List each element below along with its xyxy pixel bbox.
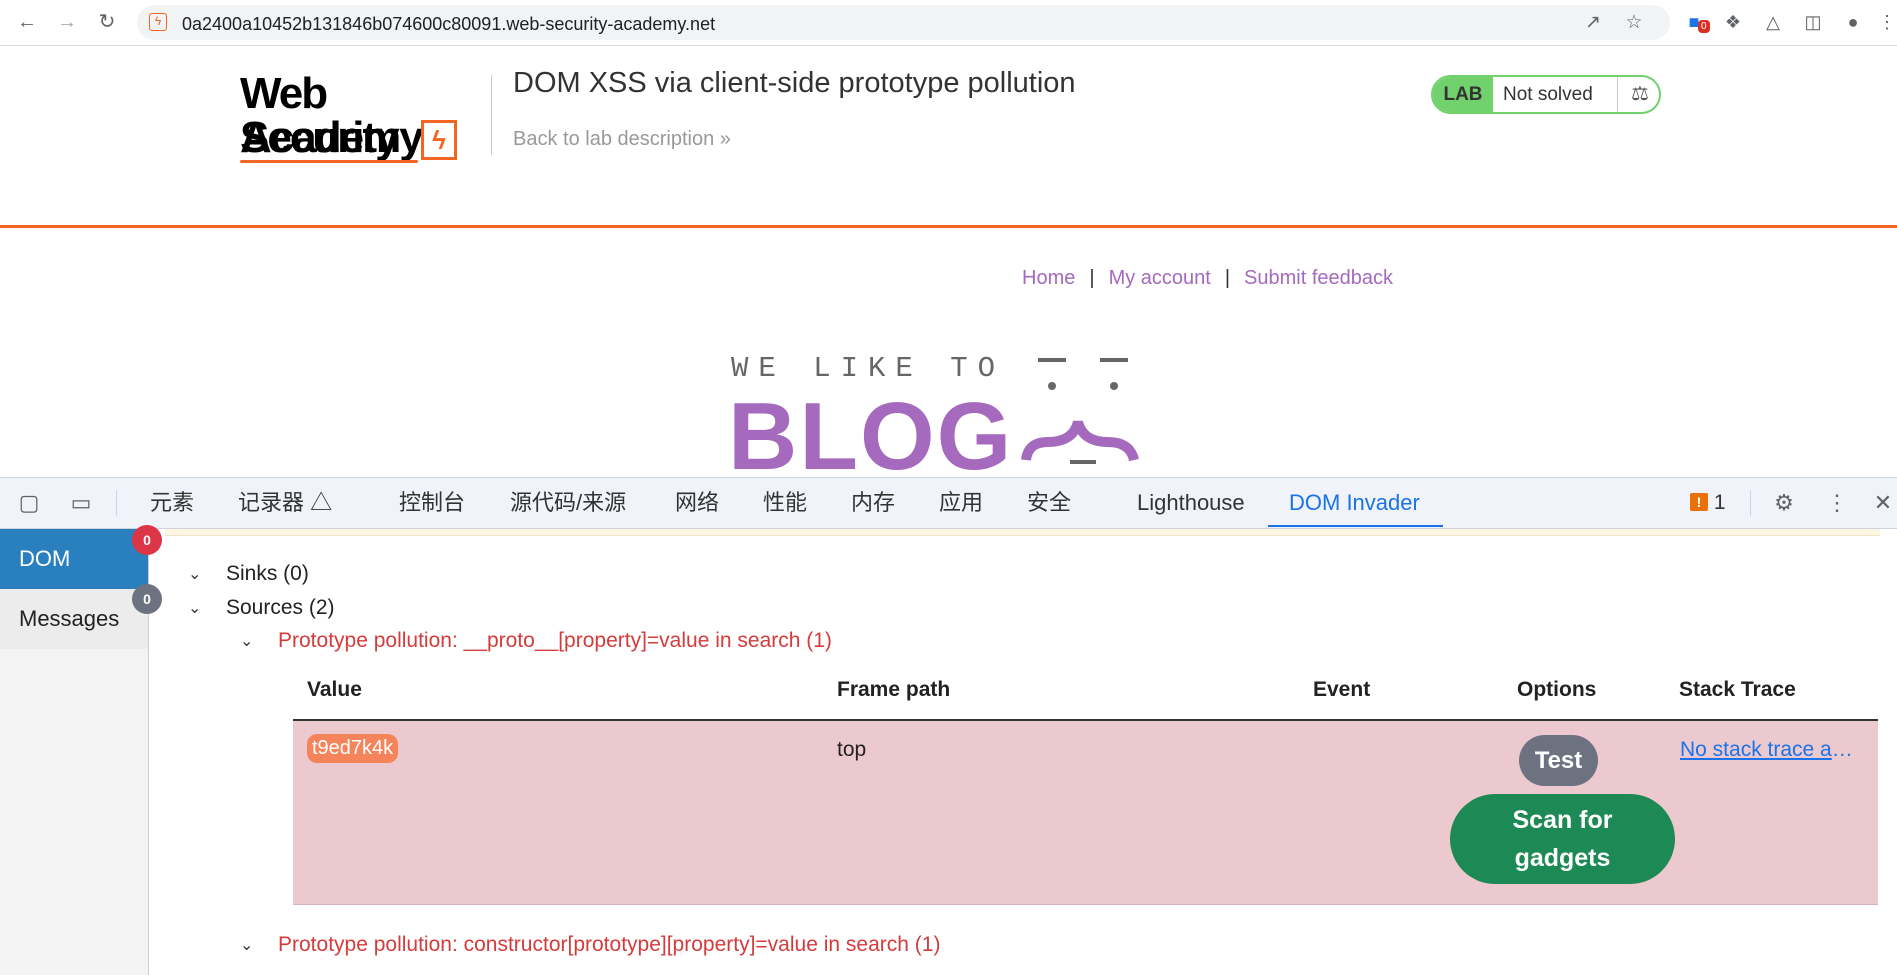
active-tab-indicator — [1268, 525, 1443, 527]
value-chip: t9ed7k4k — [307, 734, 399, 763]
chevron-down-icon: ⌄ — [188, 566, 202, 583]
chevron-down-icon: ⌄ — [188, 600, 202, 617]
tab-security[interactable]: 安全 — [1027, 490, 1071, 516]
header-divider — [491, 75, 492, 155]
forward-arrow-icon[interactable]: → — [54, 9, 80, 35]
warning-icon: ! — [1690, 493, 1708, 511]
tab-dom-invader[interactable]: DOM Invader — [1289, 490, 1420, 516]
face-emoticon-icon — [1021, 358, 1139, 464]
tab-recorder[interactable]: 记录器 △ — [238, 490, 332, 516]
nav-separator: | — [1089, 267, 1095, 289]
back-arrow-icon[interactable]: ← — [14, 9, 40, 35]
messages-count-badge: 0 — [132, 584, 162, 614]
extension-badge: 0 — [1698, 20, 1710, 33]
tab-elements[interactable]: 元素 — [150, 490, 194, 516]
dom-count-badge: 0 — [132, 525, 162, 555]
scan-for-gadgets-button[interactable]: Scan for gadgets — [1450, 794, 1675, 884]
chevron-down-icon: ⌄ — [240, 937, 254, 954]
sidebar-item-label: Messages — [19, 606, 120, 631]
more-options-icon[interactable]: ⋮ — [1822, 489, 1852, 517]
blog-banner: WE LIKE TO BLOG — [728, 352, 1168, 487]
lightning-logo-icon: ϟ — [421, 120, 457, 160]
tab-network[interactable]: 网络 — [675, 490, 719, 516]
column-stack-trace: Stack Trace — [1679, 678, 1796, 701]
banner-wordmark: BLOG — [728, 383, 1014, 490]
back-link-label: Back to lab description — [513, 128, 715, 150]
browser-toolbar: ← → ↻ ϟ 0a2400a10452b131846b074600c80091… — [0, 0, 1897, 46]
profile-avatar-icon[interactable]: ● — [1840, 9, 1866, 35]
sources-label: Sources (2) — [226, 596, 335, 619]
nav-separator: | — [1224, 267, 1231, 289]
tab-application[interactable]: 应用 — [939, 490, 983, 516]
toolbar-divider — [116, 490, 117, 516]
lab-status-widget: LAB Not solved ⚖ — [1431, 75, 1661, 114]
nav-submit-feedback-link[interactable]: Submit feedback — [1244, 267, 1393, 289]
inspect-element-icon[interactable]: ▢ — [14, 489, 44, 517]
chevron-down-icon: ⌄ — [240, 633, 254, 650]
logo-underline — [240, 160, 418, 163]
stack-trace-link[interactable]: No stack trace available — [1680, 738, 1860, 762]
address-bar[interactable]: ϟ 0a2400a10452b131846b074600c80091.web-s… — [137, 5, 1670, 40]
nav-home-link[interactable]: Home — [1022, 267, 1075, 289]
tab-console[interactable]: 控制台 — [399, 490, 465, 516]
tab-sources[interactable]: 源代码/来源 — [510, 490, 626, 516]
site-favicon-icon: ϟ — [149, 13, 167, 31]
source-2-label: Prototype pollution: constructor[prototy… — [278, 933, 941, 956]
device-toolbar-icon[interactable]: ▭ — [66, 489, 96, 517]
scan-button-label: Scan for gadgets — [1512, 806, 1613, 872]
share-icon[interactable]: ↗ — [1581, 11, 1605, 35]
reload-icon[interactable]: ↻ — [94, 9, 120, 35]
logo-line-2: Academy — [240, 113, 424, 162]
puzzle-extensions-icon[interactable]: ❖ — [1720, 9, 1746, 35]
blog-nav: Home | My account | Submit feedback — [1022, 267, 1393, 290]
column-value: Value — [307, 678, 362, 701]
issues-counter[interactable]: ! 1 — [1690, 491, 1726, 515]
lab-status-text: Not solved — [1503, 84, 1593, 105]
issues-count: 1 — [1713, 491, 1726, 514]
frame-path-cell: top — [837, 738, 867, 761]
column-options: Options — [1517, 678, 1597, 701]
lab-badge: LAB — [1433, 77, 1493, 112]
column-event: Event — [1313, 678, 1371, 701]
flask-icon: ⚖ — [1617, 77, 1659, 112]
side-panel-icon[interactable]: ◫ — [1800, 9, 1826, 35]
notice-strip — [165, 529, 1880, 536]
nav-my-account-link[interactable]: My account — [1109, 267, 1211, 289]
browser-menu-icon[interactable]: ⋮ — [1878, 9, 1896, 35]
toolbar-divider — [1750, 490, 1751, 516]
close-devtools-icon[interactable]: ✕ — [1871, 489, 1895, 517]
tab-memory[interactable]: 内存 — [851, 490, 895, 516]
devtools-panel: ▢ ▭ 元素 记录器 △ 控制台 源代码/来源 网络 性能 内存 应用 安全 L… — [0, 477, 1897, 975]
double-chevron-icon: » — [719, 128, 731, 150]
source-1-label: Prototype pollution: __proto__[property]… — [278, 629, 832, 652]
lab-title: DOM XSS via client-side prototype pollut… — [513, 67, 1076, 99]
flask-icon: △ — [310, 490, 333, 515]
web-security-academy-logo[interactable]: Web Security Academy ϟ — [240, 72, 490, 164]
header-rule — [0, 225, 1897, 228]
sidebar-item-label: DOM — [19, 546, 71, 571]
sidebar-item-dom[interactable]: DOM — [0, 529, 148, 589]
bookmark-star-icon[interactable]: ☆ — [1622, 11, 1646, 35]
url-text[interactable]: 0a2400a10452b131846b074600c80091.web-sec… — [182, 14, 715, 35]
sidebar-item-messages[interactable]: Messages — [0, 589, 148, 649]
test-button[interactable]: Test — [1519, 735, 1598, 786]
sinks-label: Sinks (0) — [226, 562, 309, 585]
tab-lighthouse[interactable]: Lighthouse — [1137, 490, 1245, 516]
banner-tagline: WE LIKE TO — [731, 352, 1006, 385]
back-to-lab-description-link[interactable]: Back to lab description » — [513, 128, 731, 151]
invader-sidebar: DOM 0 Messages 0 — [0, 525, 162, 975]
settings-gear-icon[interactable]: ⚙ — [1769, 489, 1799, 517]
devtools-toolbar: ▢ ▭ 元素 记录器 △ 控制台 源代码/来源 网络 性能 内存 应用 安全 L… — [0, 478, 1897, 529]
lab-flask-icon[interactable]: △ — [1760, 9, 1786, 35]
column-frame-path: Frame path — [837, 678, 951, 701]
tab-performance[interactable]: 性能 — [763, 490, 807, 516]
tab-recorder-label: 记录器 — [238, 490, 305, 515]
